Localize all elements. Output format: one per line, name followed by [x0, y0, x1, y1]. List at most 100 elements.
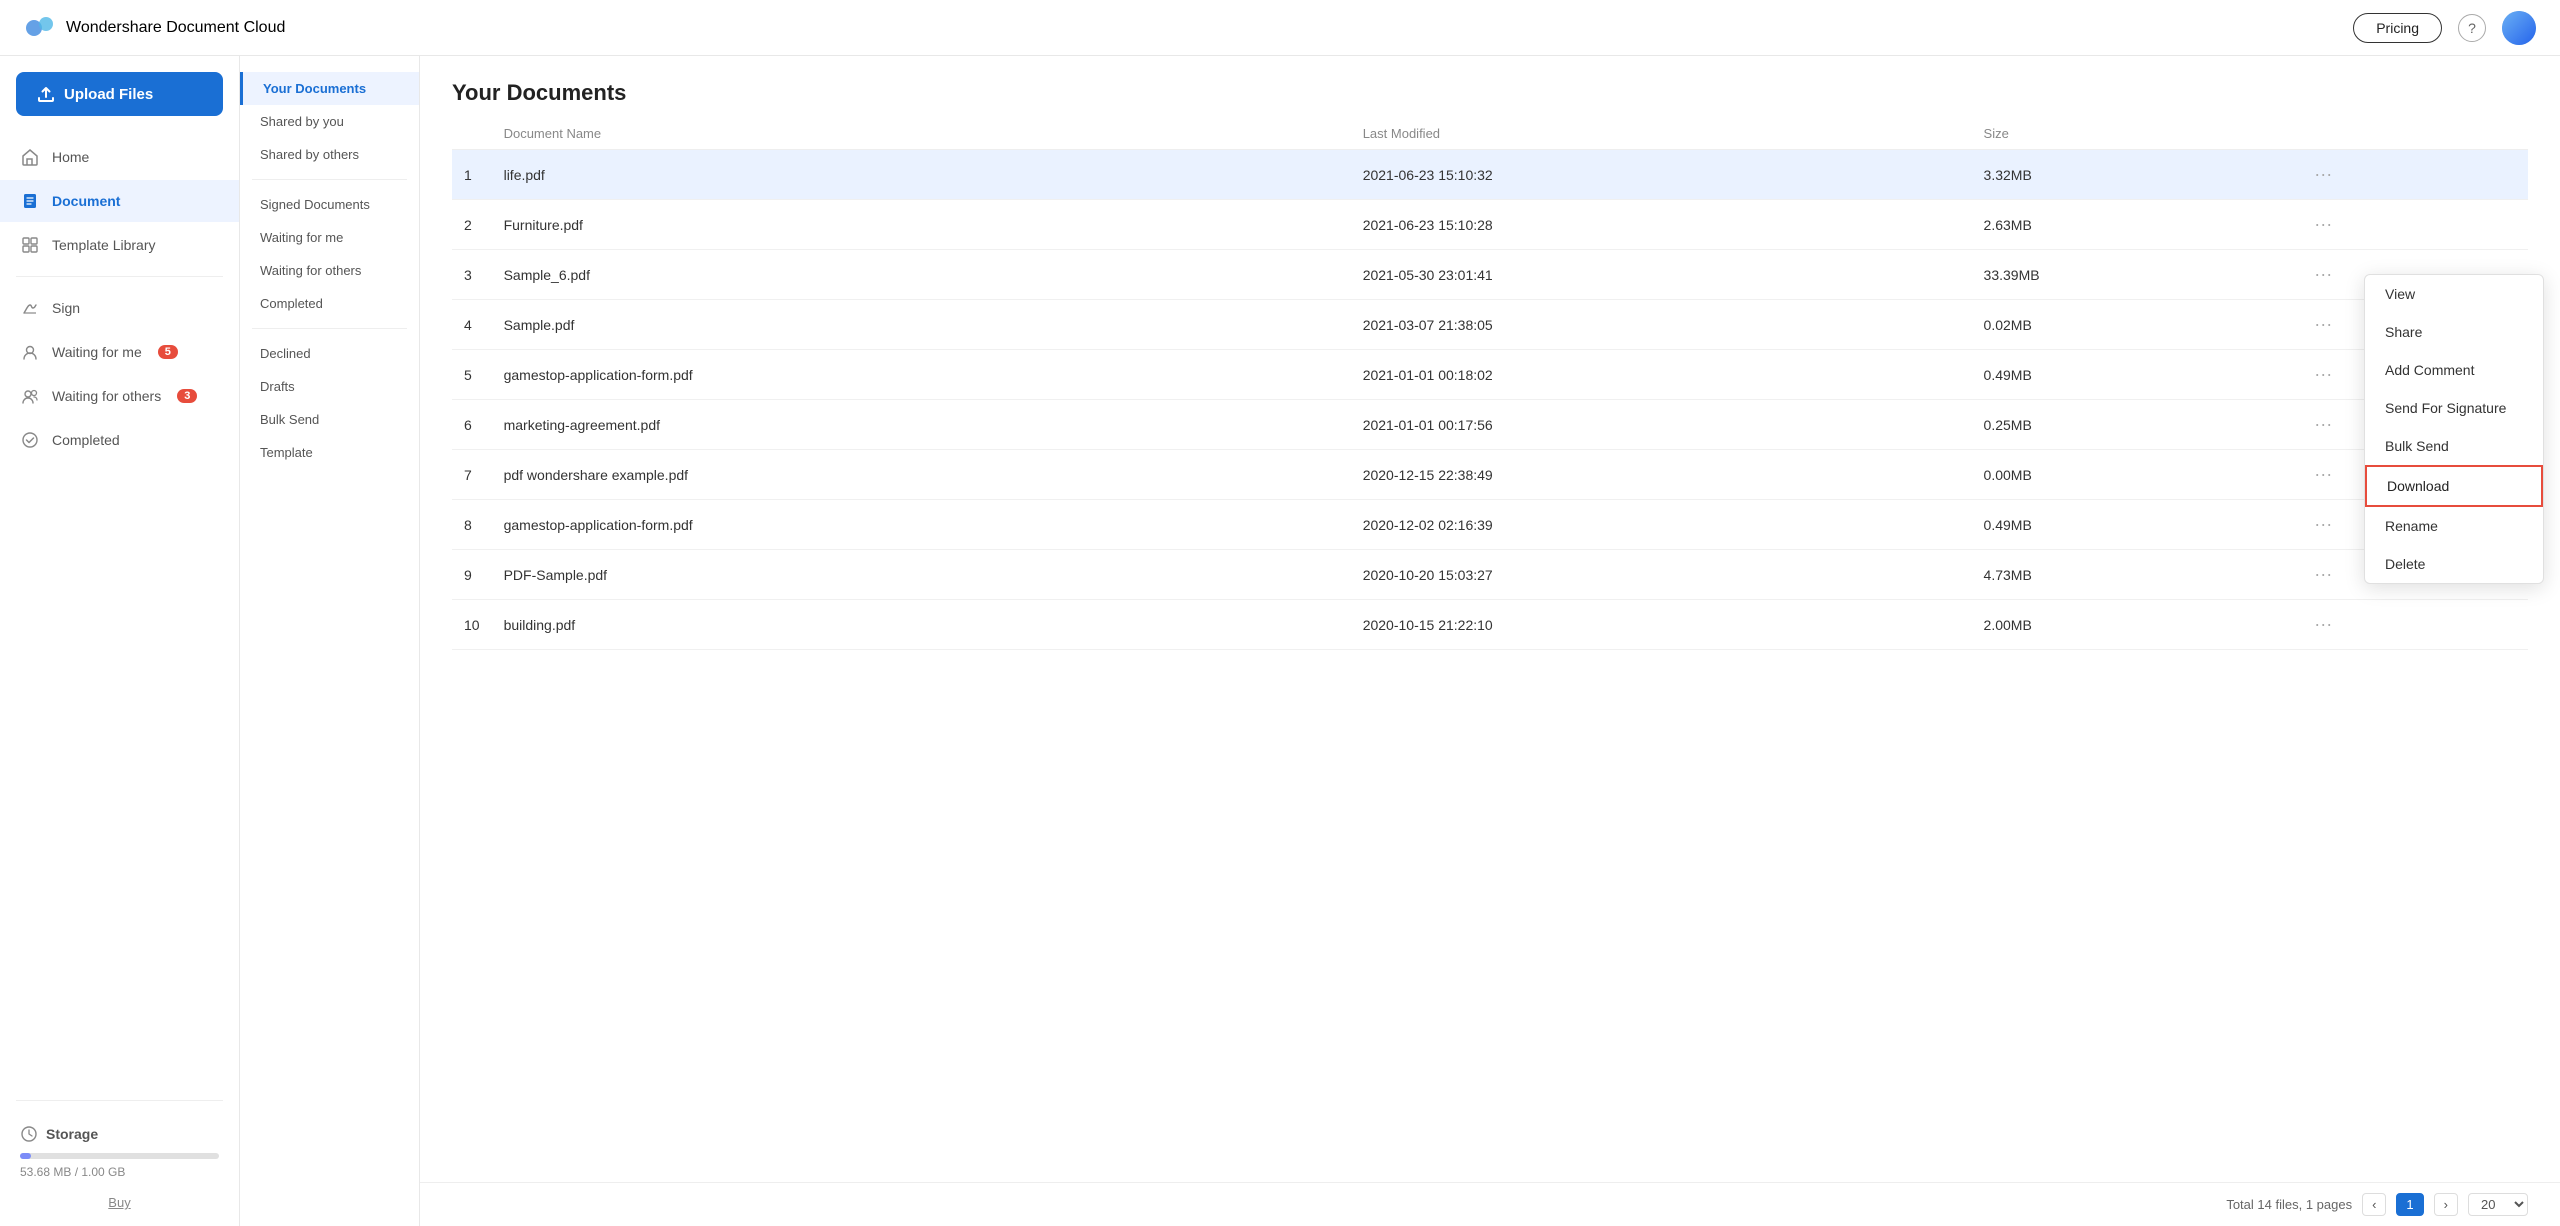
- more-options-button[interactable]: ···: [2306, 462, 2340, 487]
- sidebar-item-waiting-for-me[interactable]: Waiting for me 5: [0, 331, 239, 373]
- waiting-for-others-badge: 3: [177, 389, 197, 403]
- file-size: 0.00MB: [1972, 450, 2295, 500]
- doc-nav-divider-1: [252, 179, 407, 180]
- context-menu-item-add-comment[interactable]: Add Comment: [2365, 351, 2543, 389]
- page-1-button[interactable]: 1: [2396, 1193, 2423, 1216]
- topbar: Wondershare Document Cloud Pricing ?: [0, 0, 2560, 56]
- storage-icon: [20, 1125, 38, 1143]
- sidebar-item-sign[interactable]: Sign: [0, 287, 239, 329]
- file-name: gamestop-application-form.pdf: [492, 350, 1351, 400]
- waiting-for-me-icon: [20, 342, 40, 362]
- more-options-button[interactable]: ···: [2306, 512, 2340, 537]
- context-menu-item-send-for-signature[interactable]: Send For Signature: [2365, 389, 2543, 427]
- sidebar-item-completed-label: Completed: [52, 432, 120, 448]
- file-size: 0.25MB: [1972, 400, 2295, 450]
- row-number: 8: [452, 500, 492, 550]
- more-options-button[interactable]: ···: [2306, 562, 2340, 587]
- file-size: 33.39MB: [1972, 250, 2295, 300]
- pricing-button[interactable]: Pricing: [2353, 13, 2442, 43]
- home-icon: [20, 147, 40, 167]
- doc-nav-divider-2: [252, 328, 407, 329]
- table-row: 5 gamestop-application-form.pdf 2021-01-…: [452, 350, 2528, 400]
- doc-nav-completed[interactable]: Completed: [240, 287, 419, 320]
- more-options-button[interactable]: ···: [2306, 162, 2340, 187]
- sidebar-item-sign-label: Sign: [52, 300, 80, 316]
- left-sidebar: Upload Files Home Document: [0, 56, 240, 1226]
- context-menu-item-bulk-send[interactable]: Bulk Send: [2365, 427, 2543, 465]
- sidebar-item-waiting-for-others[interactable]: Waiting for others 3: [0, 375, 239, 417]
- table-row: 8 gamestop-application-form.pdf 2020-12-…: [452, 500, 2528, 550]
- docs-title: Your Documents: [420, 56, 2560, 118]
- row-number: 6: [452, 400, 492, 450]
- total-files-text: Total 14 files, 1 pages: [2226, 1197, 2352, 1212]
- doc-nav-template[interactable]: Template: [240, 436, 419, 469]
- sidebar-item-template-label: Template Library: [52, 237, 156, 253]
- context-menu-item-download[interactable]: Download: [2365, 465, 2543, 507]
- doc-nav-signed-documents[interactable]: Signed Documents: [240, 188, 419, 221]
- last-modified: 2020-10-15 21:22:10: [1351, 600, 1972, 650]
- doc-nav-waiting-for-me[interactable]: Waiting for me: [240, 221, 419, 254]
- prev-page-button[interactable]: ‹: [2362, 1193, 2386, 1216]
- file-size: 2.00MB: [1972, 600, 2295, 650]
- next-page-button[interactable]: ›: [2434, 1193, 2458, 1216]
- sidebar-item-home-label: Home: [52, 149, 89, 165]
- context-menu: ViewShareAdd CommentSend For SignatureBu…: [2364, 274, 2544, 584]
- col-doc-name: Document Name: [492, 118, 1351, 150]
- context-menu-item-share[interactable]: Share: [2365, 313, 2543, 351]
- upload-button[interactable]: Upload Files: [16, 72, 223, 116]
- sign-icon: [20, 298, 40, 318]
- file-name: building.pdf: [492, 600, 1351, 650]
- page-size-select[interactable]: 20 50 100: [2468, 1193, 2528, 1216]
- table-row: 6 marketing-agreement.pdf 2021-01-01 00:…: [452, 400, 2528, 450]
- sidebar-item-document-label: Document: [52, 193, 120, 209]
- storage-bar-bg: [20, 1153, 219, 1159]
- doc-nav-declined[interactable]: Declined: [240, 337, 419, 370]
- last-modified: 2021-01-01 00:17:56: [1351, 400, 1972, 450]
- content-area: Your Documents Shared by you Shared by o…: [240, 56, 2560, 1226]
- avatar[interactable]: [2502, 11, 2536, 45]
- table-row: 2 Furniture.pdf 2021-06-23 15:10:28 2.63…: [452, 200, 2528, 250]
- doc-nav-your-documents[interactable]: Your Documents: [240, 72, 419, 105]
- waiting-others-icon: [20, 386, 40, 406]
- context-menu-item-rename[interactable]: Rename: [2365, 507, 2543, 545]
- document-icon: [20, 191, 40, 211]
- sidebar-item-template-library[interactable]: Template Library: [0, 224, 239, 266]
- docs-footer: Total 14 files, 1 pages ‹ 1 › 20 50 100: [420, 1182, 2560, 1226]
- table-row: 7 pdf wondershare example.pdf 2020-12-15…: [452, 450, 2528, 500]
- table-row: 1 life.pdf 2021-06-23 15:10:32 3.32MB ··…: [452, 150, 2528, 200]
- sidebar-item-completed[interactable]: Completed: [0, 419, 239, 461]
- more-options-button[interactable]: ···: [2306, 212, 2340, 237]
- doc-nav-drafts[interactable]: Drafts: [240, 370, 419, 403]
- more-options-button[interactable]: ···: [2306, 312, 2340, 337]
- doc-nav-shared-by-you[interactable]: Shared by you: [240, 105, 419, 138]
- doc-nav-shared-by-others[interactable]: Shared by others: [240, 138, 419, 171]
- doc-nav-waiting-for-others[interactable]: Waiting for others: [240, 254, 419, 287]
- file-size: 0.02MB: [1972, 300, 2295, 350]
- buy-button[interactable]: Buy: [20, 1195, 219, 1210]
- help-icon[interactable]: ?: [2458, 14, 2486, 42]
- completed-icon: [20, 430, 40, 450]
- upload-icon: [36, 84, 56, 104]
- storage-text: 53.68 MB / 1.00 GB: [20, 1165, 219, 1179]
- more-options-button[interactable]: ···: [2306, 412, 2340, 437]
- row-number: 3: [452, 250, 492, 300]
- sidebar-divider-2: [16, 1100, 223, 1101]
- context-menu-item-delete[interactable]: Delete: [2365, 545, 2543, 583]
- sidebar-nav: Home Document Template Library: [0, 136, 239, 1092]
- table-row: 9 PDF-Sample.pdf 2020-10-20 15:03:27 4.7…: [452, 550, 2528, 600]
- last-modified: 2021-06-23 15:10:28: [1351, 200, 1972, 250]
- app-title: Wondershare Document Cloud: [66, 19, 285, 37]
- file-name: PDF-Sample.pdf: [492, 550, 1351, 600]
- last-modified: 2020-12-02 02:16:39: [1351, 500, 1972, 550]
- doc-nav-bulk-send[interactable]: Bulk Send: [240, 403, 419, 436]
- last-modified: 2020-12-15 22:38:49: [1351, 450, 1972, 500]
- context-menu-item-view[interactable]: View: [2365, 275, 2543, 313]
- row-number: 4: [452, 300, 492, 350]
- file-name: gamestop-application-form.pdf: [492, 500, 1351, 550]
- more-options-button[interactable]: ···: [2306, 362, 2340, 387]
- sidebar-item-document[interactable]: Document: [0, 180, 239, 222]
- file-name: life.pdf: [492, 150, 1351, 200]
- more-options-button[interactable]: ···: [2306, 612, 2340, 637]
- sidebar-item-home[interactable]: Home: [0, 136, 239, 178]
- more-options-button[interactable]: ···: [2306, 262, 2340, 287]
